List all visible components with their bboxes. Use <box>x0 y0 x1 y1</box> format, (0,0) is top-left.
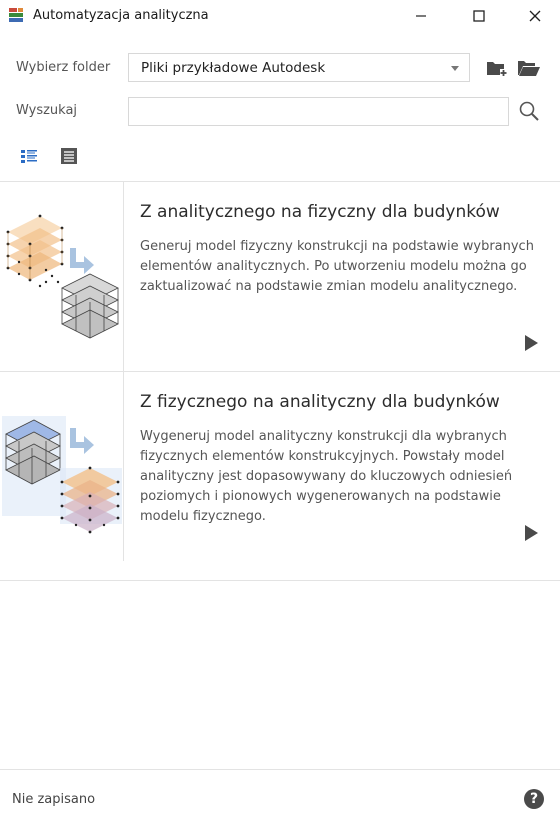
title-bar: Automatyzacja analityczna <box>0 0 560 32</box>
search-input[interactable] <box>128 97 509 126</box>
close-icon <box>529 10 541 22</box>
maximize-icon <box>473 10 485 22</box>
search-icon <box>519 101 539 121</box>
list-compact-view-icon <box>61 148 77 164</box>
folder-select[interactable]: Pliki przykładowe Autodesk <box>128 53 470 82</box>
card-title: Z analitycznego na fizyczny dla budynków <box>140 202 500 222</box>
physical-to-analytical-illustration <box>2 416 122 534</box>
compact-view-button[interactable] <box>58 145 80 167</box>
minimize-icon <box>416 15 426 17</box>
search-label: Wyszukaj <box>16 103 78 118</box>
divider <box>0 580 560 581</box>
analytical-to-physical-illustration <box>6 214 119 339</box>
folder-selected-value: Pliki przykładowe Autodesk <box>141 60 326 76</box>
close-button[interactable] <box>512 0 558 32</box>
window-title: Automatyzacja analityczna <box>33 8 209 23</box>
card-title: Z fizycznego na analityczny dla budynków <box>140 392 500 412</box>
help-icon[interactable]: ? <box>524 789 544 809</box>
search-button[interactable] <box>516 99 542 123</box>
chevron-down-icon <box>451 66 459 71</box>
open-folder-button[interactable] <box>516 57 542 79</box>
minimize-button[interactable] <box>398 0 444 32</box>
card-description: Generuj model fizyczny konstrukcji na po… <box>140 239 534 294</box>
card-description: Wygeneruj model analityczny konstrukcji … <box>140 429 513 524</box>
list-detail-view-icon <box>21 150 37 163</box>
detail-view-button[interactable] <box>18 146 40 166</box>
folder-label: Wybierz folder <box>16 60 111 75</box>
status-divider <box>0 769 560 770</box>
app-icon <box>9 8 23 22</box>
workflow-thumbnail <box>0 182 124 371</box>
maximize-button[interactable] <box>456 0 502 32</box>
folder-open-icon <box>518 61 540 76</box>
folder-add-icon <box>487 62 507 76</box>
play-icon[interactable] <box>525 335 538 351</box>
workflow-thumbnail <box>0 372 124 561</box>
play-icon[interactable] <box>525 525 538 541</box>
add-folder-button[interactable] <box>485 57 509 79</box>
workflow-card-analytical-to-physical[interactable]: Z analitycznego na fizyczny dla budynków… <box>0 182 560 371</box>
save-status: Nie zapisano <box>12 792 96 807</box>
workflow-card-physical-to-analytical[interactable]: Z fizycznego na analityczny dla budynków… <box>0 372 560 561</box>
